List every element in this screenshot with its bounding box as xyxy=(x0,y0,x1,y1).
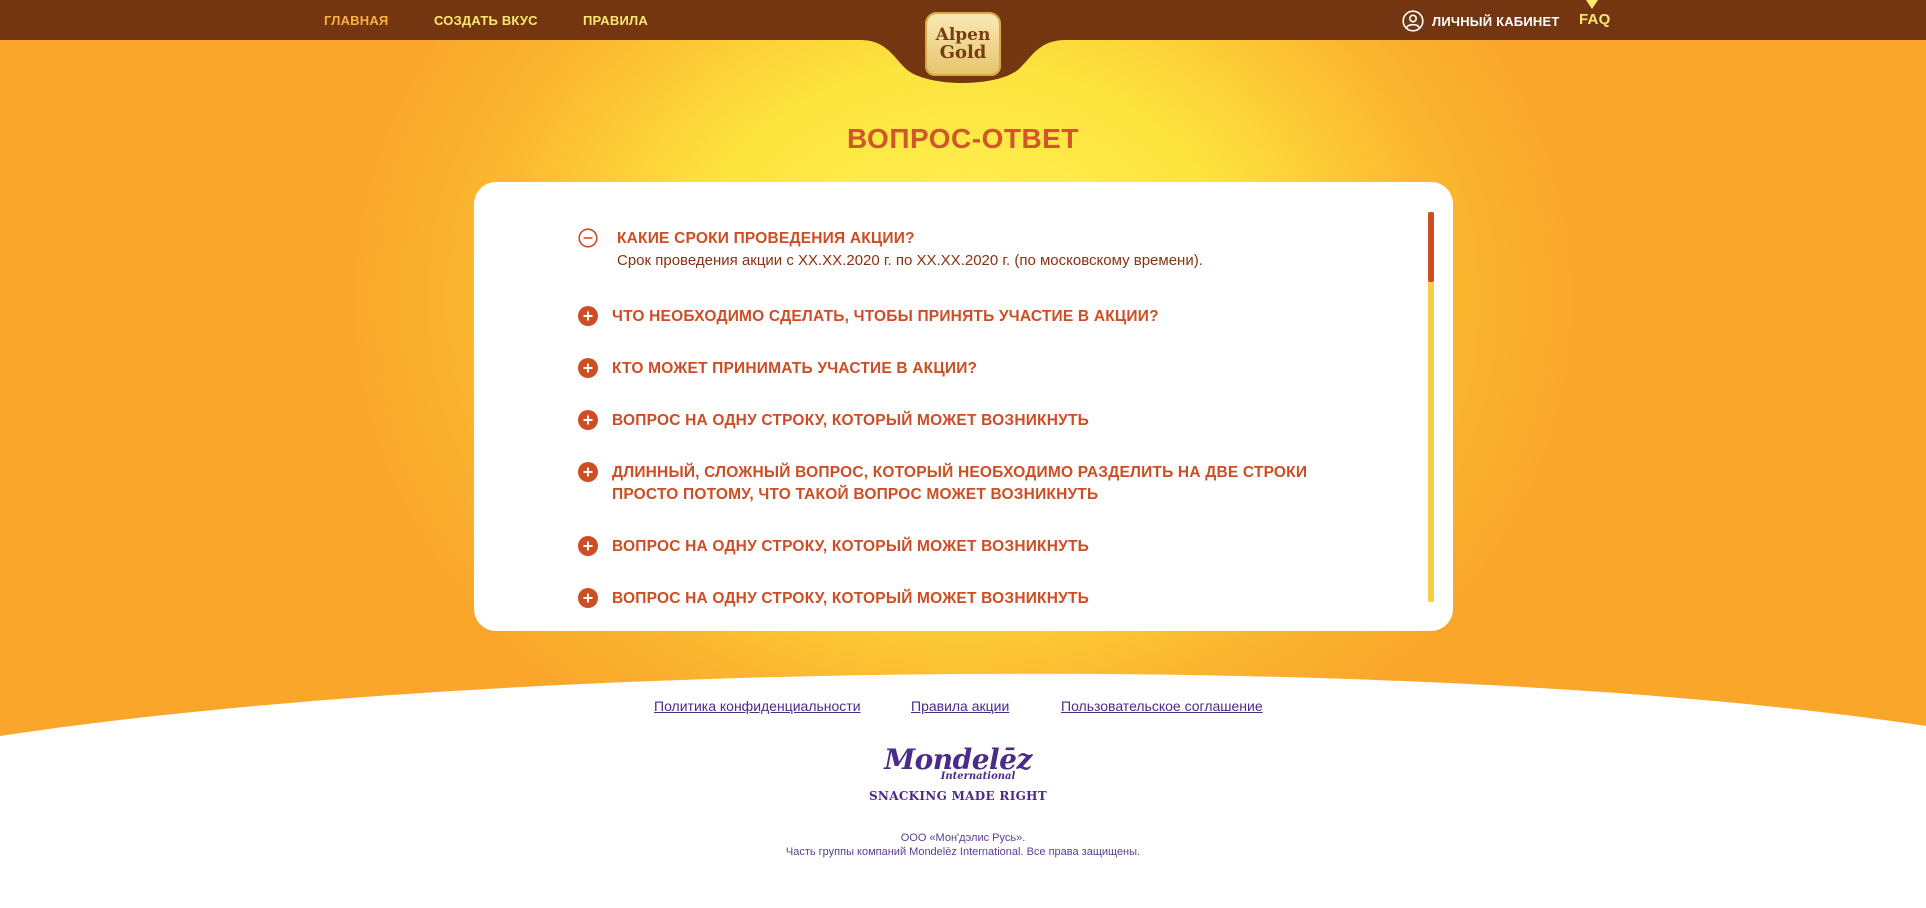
nav-create-taste-link[interactable]: СОЗДАТЬ ВКУС xyxy=(434,13,538,28)
faq-item[interactable]: ЧТО НЕОБХОДИМО СДЕЛАТЬ, ЧТОБЫ ПРИНЯТЬ УЧ… xyxy=(578,306,1312,328)
faq-question[interactable]: ЧТО НЕОБХОДИМО СДЕЛАТЬ, ЧТОБЫ ПРИНЯТЬ УЧ… xyxy=(612,306,1312,328)
scrollbar-thumb[interactable] xyxy=(1428,212,1434,282)
plus-circle-icon[interactable] xyxy=(578,358,598,378)
brand-sub: International xyxy=(940,771,1016,782)
promo-rules-link[interactable]: Правила акции xyxy=(911,698,1009,714)
plus-circle-icon[interactable] xyxy=(578,462,598,482)
user-agreement-link[interactable]: Пользовательское соглашение xyxy=(1061,698,1263,714)
faq-item[interactable]: ВОПРОС НА ОДНУ СТРОКУ, КОТОРЫЙ МОЖЕТ ВОЗ… xyxy=(578,588,1312,610)
faq-item[interactable]: ДЛИННЫЙ, СЛОЖНЫЙ ВОПРОС, КОТОРЫЙ НЕОБХОД… xyxy=(578,462,1342,506)
logo-line-2: Gold xyxy=(939,42,987,63)
page-title: ВОПРОС-ОТВЕТ xyxy=(847,123,1079,154)
faq-item[interactable]: ВОПРОС НА ОДНУ СТРОКУ, КОТОРЫЙ МОЖЕТ ВОЗ… xyxy=(578,410,1312,432)
faq-question[interactable]: ДЛИННЫЙ, СЛОЖНЫЙ ВОПРОС, КОТОРЫЙ НЕОБХОД… xyxy=(612,462,1342,506)
plus-circle-icon[interactable] xyxy=(578,536,598,556)
faq-question[interactable]: КТО МОЖЕТ ПРИНИМАТЬ УЧАСТИЕ В АКЦИИ? xyxy=(612,358,1312,380)
alpen-gold-logo[interactable]: Alpen Gold xyxy=(925,12,1001,76)
brand-name: Mondelēz xyxy=(884,743,1032,776)
faq-question[interactable]: ВОПРОС НА ОДНУ СТРОКУ, КОТОРЫЙ МОЖЕТ ВОЗ… xyxy=(612,536,1312,558)
user-icon xyxy=(1402,10,1424,32)
copyright-line-2: Часть группы компаний Mondelēz Internati… xyxy=(785,846,1141,858)
faq-item[interactable]: ВОПРОС НА ОДНУ СТРОКУ, КОТОРЫЙ МОЖЕТ ВОЗ… xyxy=(578,536,1312,558)
plus-circle-icon[interactable] xyxy=(578,588,598,608)
faq-item[interactable]: КАКИЕ СРОКИ ПРОВЕДЕНИЯ АКЦИИ? Срок прове… xyxy=(578,228,1317,272)
faq-question[interactable]: КАКИЕ СРОКИ ПРОВЕДЕНИЯ АКЦИИ? xyxy=(617,228,1317,250)
faq-item[interactable]: КТО МОЖЕТ ПРИНИМАТЬ УЧАСТИЕ В АКЦИИ? xyxy=(578,358,1312,380)
faq-answer: Срок проведения акции с XX.XX.2020 г. по… xyxy=(617,252,1203,269)
faq-card: КАКИЕ СРОКИ ПРОВЕДЕНИЯ АКЦИИ? Срок прове… xyxy=(474,182,1453,631)
privacy-policy-link[interactable]: Политика конфиденциальности xyxy=(654,698,861,714)
faq-question[interactable]: ВОПРОС НА ОДНУ СТРОКУ, КОТОРЫЙ МОЖЕТ ВОЗ… xyxy=(612,588,1312,610)
faq-question[interactable]: ВОПРОС НА ОДНУ СТРОКУ, КОТОРЫЙ МОЖЕТ ВОЗ… xyxy=(612,410,1312,432)
nav-home-link[interactable]: ГЛАВНАЯ xyxy=(324,13,388,28)
brand-tagline: SNACKING MADE RIGHT xyxy=(868,789,1048,803)
mondelez-logo: Mondelēz International SNACKING MADE RIG… xyxy=(868,746,1048,806)
copyright-line-1: ООО «Мон'дэлис Русь». xyxy=(900,832,1026,844)
personal-account-label: ЛИЧНЫЙ КАБИНЕТ xyxy=(1432,13,1560,29)
nav-rules-link[interactable]: ПРАВИЛА xyxy=(583,13,648,28)
plus-circle-icon[interactable] xyxy=(578,306,598,326)
nav-faq-link[interactable]: FAQ xyxy=(1579,11,1610,28)
plus-circle-icon[interactable] xyxy=(578,410,598,430)
minus-circle-icon[interactable] xyxy=(578,228,598,248)
personal-account-link[interactable]: ЛИЧНЫЙ КАБИНЕТ xyxy=(1402,10,1559,32)
copyright: ООО «Мон'дэлис Русь». Часть группы компа… xyxy=(0,831,1926,859)
active-page-marker xyxy=(1586,0,1598,9)
